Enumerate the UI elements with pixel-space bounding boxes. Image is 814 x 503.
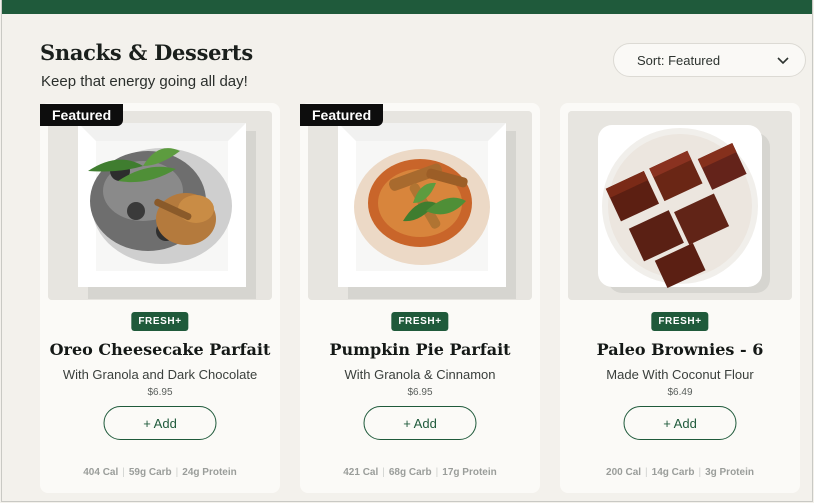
fresh-plus-badge: FRESH+ bbox=[391, 312, 449, 331]
carbs: 59g Carb bbox=[128, 467, 172, 478]
product-name[interactable]: Pumpkin Pie Parfait bbox=[300, 340, 540, 359]
protein: 3g Protein bbox=[705, 467, 754, 478]
product-description: With Granola & Cinnamon bbox=[344, 367, 496, 382]
calories: 404 Cal bbox=[83, 467, 119, 478]
product-name[interactable]: Paleo Brownies - 6 bbox=[560, 340, 800, 359]
calories: 421 Cal bbox=[343, 467, 379, 478]
carbs: 68g Carb bbox=[388, 467, 432, 478]
protein: 17g Protein bbox=[442, 467, 497, 478]
product-card[interactable]: FRESH+ Paleo Brownies - 6 Made With Coco… bbox=[560, 103, 800, 493]
section-subtitle: Keep that energy going all day! bbox=[41, 73, 248, 90]
add-to-cart-button[interactable]: + Add bbox=[623, 406, 737, 440]
carbs: 14g Carb bbox=[651, 467, 695, 478]
nutrition-info: 404 Cal | 59g Carb | 24g Protein bbox=[83, 467, 237, 478]
product-price: $6.49 bbox=[667, 387, 693, 398]
featured-badge: Featured bbox=[300, 104, 384, 126]
product-image[interactable] bbox=[48, 111, 272, 300]
section-title: Snacks & Desserts bbox=[40, 40, 253, 65]
product-price: $6.95 bbox=[407, 387, 433, 398]
product-card[interactable]: FRESH+ Pumpkin Pie Parfait With Granola … bbox=[300, 103, 540, 493]
product-price: $6.95 bbox=[147, 387, 173, 398]
nutrition-info: 421 Cal | 68g Carb | 17g Protein bbox=[343, 467, 497, 478]
product-image[interactable] bbox=[308, 111, 532, 300]
page-frame: Snacks & Desserts Keep that energy going… bbox=[1, 0, 813, 502]
featured-badge: Featured bbox=[40, 104, 124, 126]
add-to-cart-button[interactable]: + Add bbox=[103, 406, 217, 440]
top-brand-bar bbox=[2, 0, 812, 14]
protein: 24g Protein bbox=[182, 467, 237, 478]
fresh-plus-badge: FRESH+ bbox=[651, 312, 709, 331]
product-name[interactable]: Oreo Cheesecake Parfait bbox=[40, 340, 280, 359]
chevron-down-icon bbox=[777, 55, 789, 65]
nutrition-info: 200 Cal | 14g Carb | 3g Protein bbox=[606, 467, 754, 478]
add-to-cart-button[interactable]: + Add bbox=[363, 406, 477, 440]
fresh-plus-badge: FRESH+ bbox=[131, 312, 189, 331]
sort-dropdown[interactable]: Sort: Featured bbox=[613, 43, 806, 77]
product-card[interactable]: FRESH+ Oreo Cheesecake Parfait With Gran… bbox=[40, 103, 280, 493]
product-description: With Granola and Dark Chocolate bbox=[62, 367, 258, 382]
calories: 200 Cal bbox=[606, 467, 642, 478]
product-image[interactable] bbox=[568, 111, 792, 300]
product-description: Made With Coconut Flour bbox=[606, 367, 754, 382]
sort-label: Sort: Featured bbox=[637, 52, 721, 68]
